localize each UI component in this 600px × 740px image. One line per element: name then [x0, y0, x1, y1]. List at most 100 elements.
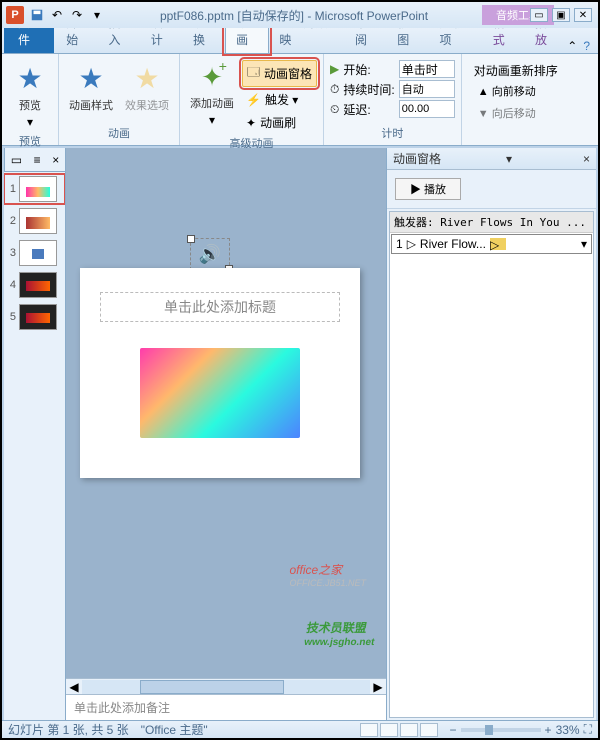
slide-thumbnail-2[interactable]: 2	[6, 208, 63, 234]
restore-button[interactable]: ▣	[552, 8, 570, 22]
save-icon[interactable]	[28, 6, 46, 24]
slides-tab-icon[interactable]: ▭	[11, 153, 22, 167]
delay-input[interactable]	[399, 100, 455, 118]
window-title: pptF086.pptm [自动保存的] - Microsoft PowerPo…	[106, 7, 482, 24]
slideshow-view-button[interactable]	[420, 723, 438, 737]
collapse-ribbon-icon[interactable]: ⌃	[567, 39, 577, 53]
pane-icon: 🗔	[247, 63, 260, 84]
notes-pane[interactable]: 单击此处添加备注	[66, 694, 386, 720]
duration-input[interactable]	[399, 80, 455, 98]
start-select[interactable]: 单击时	[399, 60, 455, 78]
quick-access-toolbar: ↶ ↷ ▾	[28, 6, 106, 24]
play-animations-button[interactable]: ▶ 播放	[395, 178, 461, 200]
animation-pane: 动画窗格 ▾ × ▶ 播放 触发器: River Flows In You ..…	[386, 148, 596, 720]
zoom-out-button[interactable]: −	[450, 723, 457, 737]
slide-counter: 幻灯片 第 1 张, 共 5 张	[8, 721, 129, 738]
dropdown-icon: ▾	[27, 115, 33, 129]
zoom-thumb[interactable]	[485, 725, 493, 735]
audio-object[interactable]: 🔊	[190, 238, 230, 270]
zoom-in-button[interactable]: +	[545, 723, 552, 737]
title-placeholder[interactable]: 单击此处添加标题	[100, 292, 340, 322]
status-bar: 幻灯片 第 1 张, 共 5 张 "Office 主题" − + 33% ⛶	[2, 720, 598, 738]
help-icon[interactable]: ?	[583, 39, 590, 53]
thumb-preview	[19, 176, 57, 202]
animation-painter-label: 动画刷	[260, 114, 296, 131]
add-animation-button[interactable]: ✦+ 添加动画 ▾	[186, 60, 238, 129]
animation-pane-label: 动画窗格	[264, 65, 312, 82]
animation-item-label: River Flow...	[420, 237, 486, 251]
normal-view-button[interactable]	[360, 723, 378, 737]
window-buttons: ▭ ▣ ✕	[530, 8, 592, 22]
thumbnail-list: 1 2 3 4 5	[4, 172, 65, 720]
move-later-button[interactable]: ▼ 向后移动	[474, 103, 558, 123]
app-name: Microsoft PowerPoint	[315, 9, 428, 23]
sorter-view-button[interactable]	[380, 723, 398, 737]
reading-view-button[interactable]	[400, 723, 418, 737]
slide-canvas-area[interactable]: 🔊 ⏮ ⏭ 00:00.00 🔈 单击此处添加标题 office之家 OFFIC…	[66, 148, 386, 678]
horizontal-scrollbar: ◀ ▶	[66, 678, 386, 694]
redo-icon[interactable]: ↷	[68, 6, 86, 24]
slide-thumbnail-5[interactable]: 5	[6, 304, 63, 330]
scroll-left-icon[interactable]: ◀	[66, 680, 82, 694]
add-animation-icon: ✦+	[201, 62, 223, 93]
animation-trigger-header: 触发器: River Flows In You ...	[390, 212, 593, 233]
watermark-office: office之家 OFFICE.JB51.NET	[289, 561, 366, 588]
move-earlier-button[interactable]: ▲ 向前移动	[474, 81, 558, 101]
autosave-label: [自动保存的]	[237, 9, 304, 23]
group-label-animation: 动画	[65, 123, 173, 143]
zoom-slider[interactable]	[461, 728, 541, 732]
view-switcher	[360, 723, 438, 737]
fit-window-icon[interactable]: ⛶	[584, 722, 592, 737]
outline-tab-icon[interactable]: ≡	[34, 153, 41, 167]
scroll-right-icon[interactable]: ▶	[370, 680, 386, 694]
watermark-jsgho: 技术员联盟 www.jsgho.net	[303, 616, 379, 648]
zoom-control: − + 33% ⛶	[450, 722, 592, 737]
title-bar: P ↶ ↷ ▾ pptF086.pptm [自动保存的] - Microsoft…	[2, 2, 598, 28]
start-value: 单击时	[402, 63, 438, 77]
theme-label: "Office 主题"	[141, 721, 208, 738]
app-icon: P	[6, 6, 24, 24]
scroll-thumb[interactable]	[140, 680, 284, 694]
animation-pane-title: 动画窗格	[393, 150, 441, 167]
add-animation-label: 添加动画	[190, 95, 234, 111]
close-button[interactable]: ✕	[574, 8, 592, 22]
trigger-icon: ⚡	[246, 93, 261, 107]
content-image[interactable]	[140, 348, 300, 438]
undo-icon[interactable]: ↶	[48, 6, 66, 24]
close-outline-icon[interactable]: ×	[52, 153, 59, 167]
slide[interactable]: 单击此处添加标题	[80, 268, 360, 478]
group-timing: ▶ 开始: 单击时 ⏱ 持续时间: ⏲ 延迟: 计时	[324, 54, 462, 145]
animation-pane-toolbar: ▶ 播放	[387, 170, 596, 209]
animation-item-dropdown-icon[interactable]: ▾	[581, 237, 587, 251]
slide-thumbnail-4[interactable]: 4	[6, 272, 63, 298]
thumb-preview	[19, 208, 57, 234]
animation-painter-button[interactable]: ✦ 动画刷	[242, 112, 317, 133]
thumb-preview	[19, 272, 57, 298]
qat-dropdown-icon[interactable]: ▾	[88, 6, 106, 24]
effect-options-button[interactable]: ★ 效果选项	[121, 60, 173, 115]
delay-label: 延迟:	[343, 101, 394, 118]
group-preview: ★ 预览 ▾ 预览	[2, 54, 59, 145]
animation-timeline-bar: ▷	[490, 238, 506, 250]
group-reorder: 对动画重新排序 ▲ 向前移动 ▼ 向后移动	[462, 54, 570, 145]
preview-button[interactable]: ★ 预览 ▾	[8, 60, 52, 131]
outline-tabs: ▭ ≡ ×	[4, 148, 66, 172]
trigger-button[interactable]: ⚡ 触发 ▾	[242, 89, 317, 110]
group-advanced-animation: ✦+ 添加动画 ▾ 🗔 动画窗格 ⚡ 触发 ▾ ✦ 动画刷 高级动画	[180, 54, 324, 145]
thumb-preview	[19, 240, 57, 266]
filename: pptF086.pptm	[160, 9, 234, 23]
slide-thumbnail-1[interactable]: 1	[6, 176, 63, 202]
delay-icon: ⏲	[330, 102, 339, 117]
star-icon: ★	[78, 62, 103, 95]
animation-item[interactable]: 1 ▷ River Flow... ▷ ▾	[391, 234, 592, 254]
minimize-button[interactable]: ▭	[530, 8, 548, 22]
animation-item-index: 1	[396, 237, 403, 251]
animation-pane-button[interactable]: 🗔 动画窗格	[242, 60, 317, 87]
pane-dropdown-icon[interactable]: ▾	[506, 152, 512, 166]
slide-thumbnail-3[interactable]: 3	[6, 240, 63, 266]
duration-label: 持续时间:	[343, 81, 394, 98]
animation-list: 触发器: River Flows In You ... 1 ▷ River Fl…	[389, 211, 594, 718]
scroll-track[interactable]	[82, 680, 370, 694]
animation-styles-button[interactable]: ★ 动画样式	[65, 60, 117, 115]
close-pane-icon[interactable]: ×	[583, 152, 590, 166]
